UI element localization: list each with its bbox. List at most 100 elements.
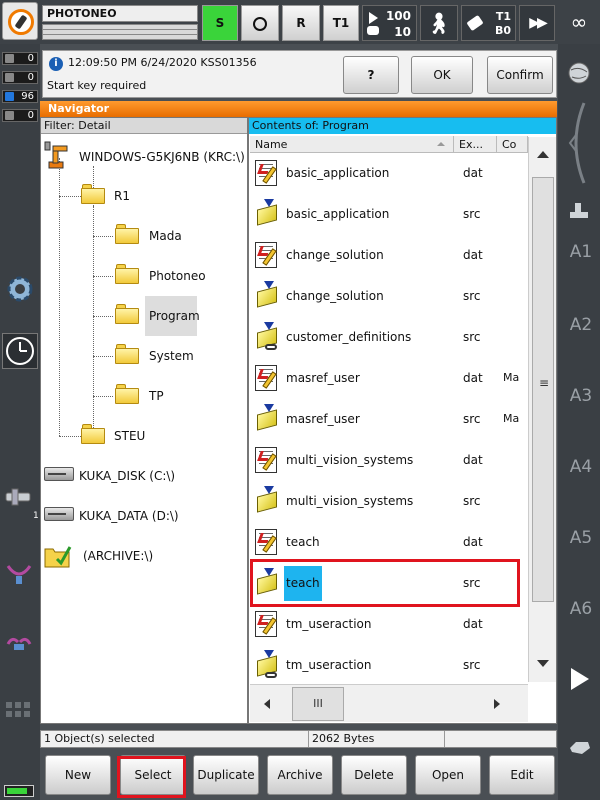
status-bar-top: PHOTONEO S R T1 100 10 🚶︎ T1 B0 ▶▶ ∞: [0, 0, 600, 44]
data-file-icon: [253, 240, 281, 270]
horizontal-scroll-thumb[interactable]: III: [292, 687, 344, 721]
axis-label-a1[interactable]: A1: [565, 242, 597, 262]
counter-info[interactable]: 96: [2, 90, 38, 103]
file-name: change_solution: [286, 248, 384, 262]
contents-label: Contents of: Program: [249, 118, 556, 134]
tree-item-system[interactable]: System: [149, 348, 194, 364]
delete-button[interactable]: Delete: [341, 755, 407, 795]
tree-item-tp[interactable]: TP: [149, 388, 164, 404]
file-size: 2062 Bytes: [309, 731, 445, 747]
source-file-icon: [253, 486, 281, 516]
scroll-right-icon[interactable]: [494, 699, 500, 709]
play-icon: [369, 12, 378, 24]
file-row[interactable]: multi_vision_systems src: [250, 481, 528, 522]
counter-confirm[interactable]: 0: [2, 109, 38, 122]
tree-item-mada[interactable]: Mada: [149, 228, 182, 244]
column-header-comment[interactable]: Co: [497, 136, 528, 153]
folder-icon: [115, 264, 139, 284]
file-extension: dat: [463, 535, 483, 549]
grid-icon[interactable]: [4, 700, 34, 724]
file-extension: src: [463, 289, 481, 303]
status-empty: [445, 731, 556, 747]
vertical-scroll-thumb[interactable]: ≡: [532, 177, 554, 602]
navigator-status-bar: 1 Object(s) selected 2062 Bytes: [40, 730, 557, 748]
counter-errors[interactable]: 0: [2, 52, 38, 65]
tree-item-r1[interactable]: R1: [114, 188, 130, 204]
robot-axes-icon[interactable]: [566, 200, 592, 222]
file-row[interactable]: masref_user src Ma: [250, 399, 528, 440]
clock-icon[interactable]: [2, 333, 38, 369]
column-header-name[interactable]: Name: [250, 136, 454, 153]
axis-label-a3[interactable]: A3: [565, 386, 597, 406]
file-name: basic_application: [286, 207, 390, 221]
folder-icon: [115, 224, 139, 244]
tool-gripper-icon[interactable]: [4, 487, 34, 507]
source-file-icon: [253, 281, 281, 311]
file-row[interactable]: customer_definitions src: [250, 317, 528, 358]
tool-base-button[interactable]: T1 B0: [461, 5, 516, 41]
robot-interpreter-button[interactable]: R: [282, 5, 320, 41]
help-button[interactable]: ?: [343, 56, 399, 94]
new-button[interactable]: New: [45, 755, 111, 795]
start-play-icon[interactable]: [571, 668, 589, 690]
jog-rotation-icon[interactable]: [562, 95, 598, 191]
column-header-extension[interactable]: Ex...: [454, 136, 497, 153]
axis-label-a2[interactable]: A2: [565, 315, 597, 335]
ok-button[interactable]: OK: [411, 56, 473, 94]
counter-value: 0: [27, 110, 34, 121]
tree-item-program[interactable]: Program: [149, 308, 200, 324]
file-row[interactable]: change_solution src: [250, 276, 528, 317]
override-button[interactable]: 100 10: [362, 5, 417, 41]
override-program-value: 100: [385, 9, 411, 23]
file-row[interactable]: multi_vision_systems dat: [250, 440, 528, 481]
walk-button[interactable]: 🚶︎: [420, 5, 458, 41]
confirm-all-button[interactable]: Confirm all: [487, 56, 553, 118]
file-row[interactable]: masref_user dat Ma: [250, 358, 528, 399]
horizontal-scrollbar[interactable]: III: [250, 684, 528, 722]
operating-mode-button[interactable]: T1: [323, 5, 359, 41]
highlight-selected-file: [250, 559, 520, 607]
open-button[interactable]: Open: [415, 755, 481, 795]
file-row[interactable]: tm_useraction dat: [250, 604, 528, 645]
kuka-menu-icon[interactable]: [2, 2, 38, 40]
file-row[interactable]: change_solution dat: [250, 235, 528, 276]
settings-gear-icon[interactable]: [4, 273, 36, 305]
scroll-down-icon[interactable]: [537, 660, 549, 667]
archive-button[interactable]: Archive: [267, 755, 333, 795]
tree-item-root[interactable]: WINDOWS-G5KJ6NB (KRC:\): [79, 149, 245, 165]
edit-button[interactable]: Edit: [489, 755, 555, 795]
drives-button[interactable]: [241, 5, 279, 41]
scroll-up-icon[interactable]: [537, 151, 549, 158]
file-row[interactable]: tm_useraction src: [250, 645, 528, 686]
scroll-left-icon[interactable]: [264, 699, 270, 709]
axis-label-a5[interactable]: A5: [565, 528, 597, 548]
warning-icon: [5, 73, 14, 82]
tree-item-photoneo[interactable]: Photoneo: [149, 268, 206, 284]
tree-item-kuka-disk[interactable]: KUKA_DISK (C:\): [79, 468, 175, 484]
file-name: tm_useraction: [286, 617, 372, 631]
duplicate-button[interactable]: Duplicate: [193, 755, 259, 795]
axis-label-a6[interactable]: A6: [565, 599, 597, 619]
file-name: basic_application: [286, 166, 390, 180]
tree-item-steu[interactable]: STEU: [114, 428, 145, 444]
file-row[interactable]: teach dat: [250, 522, 528, 563]
file-row[interactable]: basic_application src: [250, 194, 528, 235]
incremental-jog-button[interactable]: ▶▶: [519, 5, 555, 41]
continuous-jog-indicator[interactable]: ∞: [560, 10, 598, 34]
submit-interpreter-button[interactable]: S: [202, 5, 238, 41]
counter-warnings[interactable]: 0: [2, 71, 38, 84]
tree-item-kuka-data[interactable]: KUKA_DATA (D:\): [79, 508, 179, 524]
file-name: teach: [286, 535, 320, 549]
file-extension: src: [463, 330, 481, 344]
axis-label-a4[interactable]: A4: [565, 457, 597, 477]
file-comment: Ma: [503, 412, 520, 425]
message-text: Start key required: [47, 79, 147, 92]
file-row[interactable]: basic_application dat: [250, 153, 528, 194]
globe-icon[interactable]: [566, 60, 592, 86]
jog-hand-icon[interactable]: [568, 738, 592, 756]
gripper-open-icon[interactable]: [4, 562, 34, 586]
gripper-close-icon[interactable]: [4, 632, 34, 656]
vertical-scrollbar[interactable]: ≡: [528, 137, 556, 682]
folder-icon: [81, 184, 105, 204]
tree-item-archive[interactable]: (ARCHIVE:\): [83, 548, 153, 564]
